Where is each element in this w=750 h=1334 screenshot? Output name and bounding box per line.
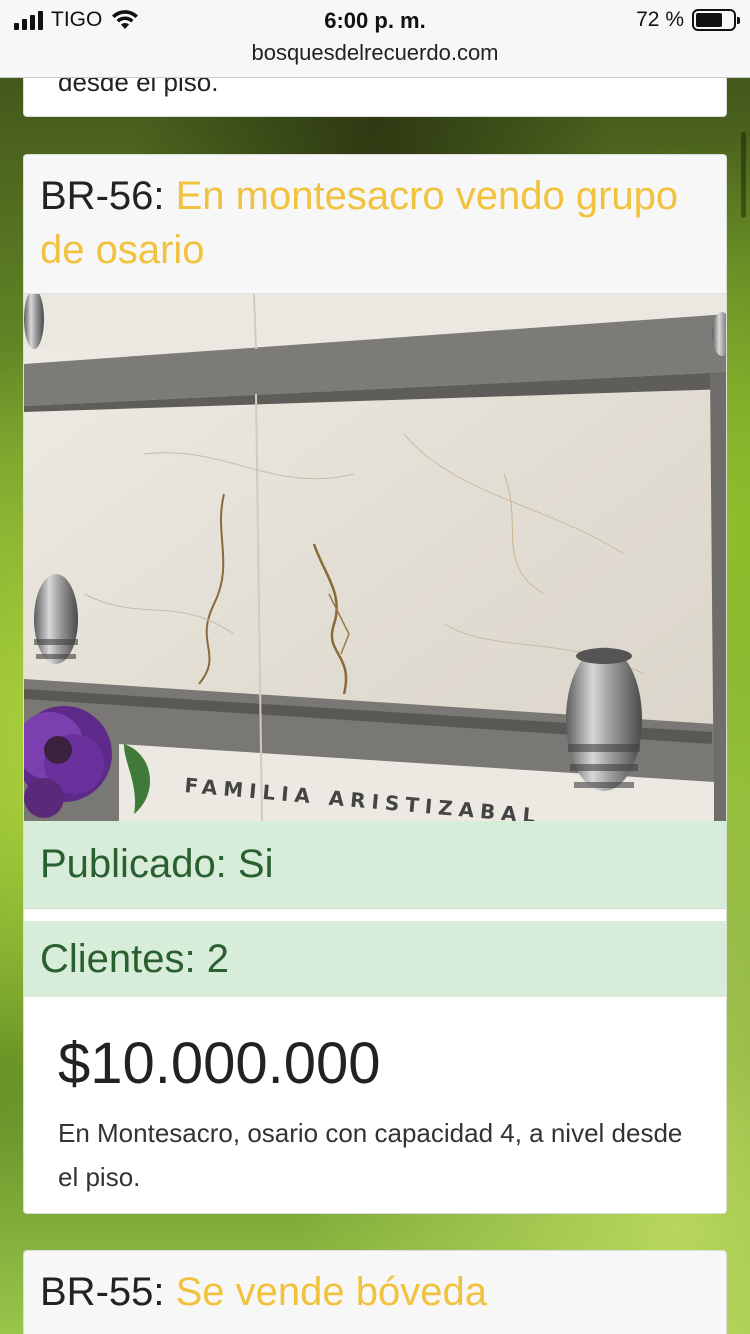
next-listing-title-link[interactable]: Se vende bóveda — [176, 1270, 487, 1314]
status-right: 72 % — [636, 8, 740, 32]
next-listing-header: BR-55: Se vende bóveda — [24, 1251, 726, 1334]
battery-percent: 72 % — [636, 8, 684, 31]
next-listing-code: BR-55: — [40, 1270, 165, 1314]
listing-photo[interactable]: FAMILIA ARISTIZABAL — [24, 294, 726, 821]
listing-header: BR-56: En montesacro vendo grupo de osar… — [24, 155, 726, 294]
page-scrollbar[interactable] — [741, 132, 746, 218]
published-status: Publicado: Si — [24, 821, 726, 909]
status-bar: TIGO 6:00 p. m. 72 % bosquesdelrecuerdo.… — [0, 0, 750, 78]
listing-card: BR-56: En montesacro vendo grupo de osar… — [23, 154, 727, 1214]
listing-body: $10.000.000 En Montesacro, osario con ca… — [24, 997, 726, 1199]
clients-count: Clientes: 2 — [24, 921, 726, 997]
listing-code: BR-56: — [40, 174, 165, 218]
listing-description: En Montesacro, osario con capacidad 4, a… — [58, 1118, 683, 1192]
listing-title: BR-56: En montesacro vendo grupo de osar… — [40, 169, 710, 277]
listing-price: $10.000.000 — [58, 1031, 381, 1096]
address-bar[interactable]: bosquesdelrecuerdo.com — [0, 40, 750, 66]
next-listing-title: BR-55: Se vende bóveda — [40, 1265, 710, 1319]
next-listing-card: BR-55: Se vende bóveda — [23, 1250, 727, 1334]
ossuary-image: FAMILIA ARISTIZABAL — [24, 294, 726, 821]
battery-icon — [692, 9, 740, 31]
